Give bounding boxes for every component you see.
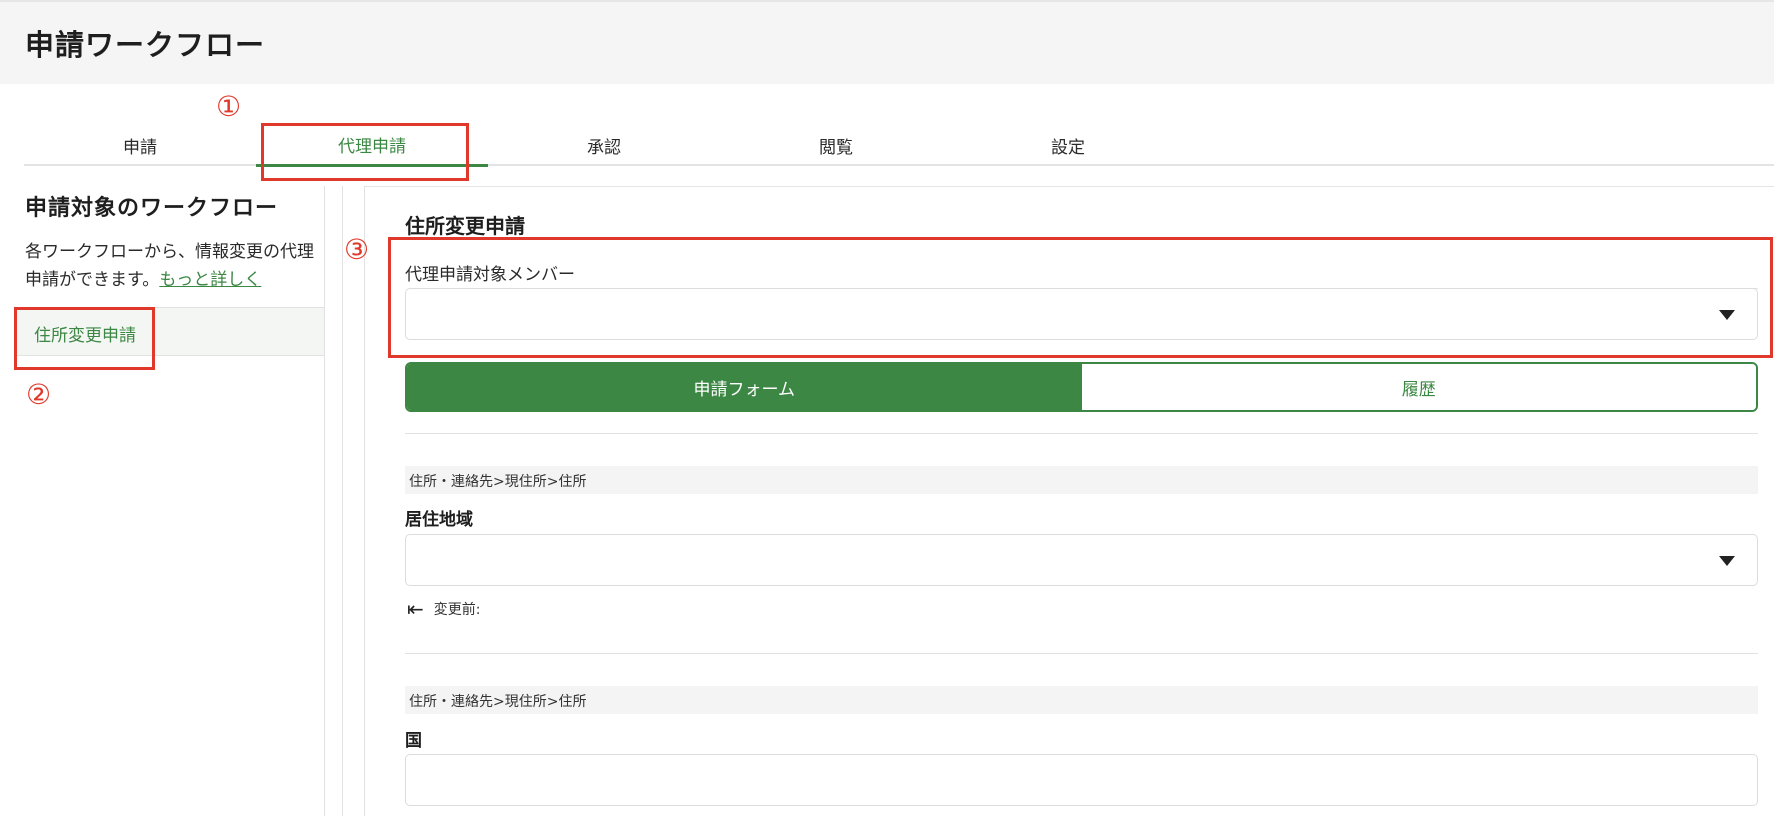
tab-approve[interactable]: 承認: [488, 124, 720, 166]
main-title: 住所変更申請: [405, 214, 525, 238]
section-divider: [405, 653, 1758, 654]
page-header: 申請ワークフロー: [0, 0, 1774, 84]
panel-divider-inner: [364, 186, 365, 816]
annotation-box-3: [388, 237, 1773, 358]
field-path: 住所・連絡先>現住所>住所: [409, 474, 587, 490]
sidebar-description: 各ワークフローから、情報変更の代理申請ができます。もっと詳しく: [25, 238, 325, 294]
sidebar-title: 申請対象のワークフロー: [25, 196, 279, 221]
annotation-box-2: [14, 307, 155, 370]
annotation-box-1: [261, 123, 469, 181]
history-button[interactable]: 履歴: [1081, 364, 1756, 410]
more-details-link[interactable]: もっと詳しく: [159, 270, 261, 290]
tab-apply[interactable]: 申請: [24, 124, 256, 166]
annotation-number-1: ①: [216, 90, 242, 123]
annotation-number-3: ③: [344, 233, 370, 266]
tab-settings[interactable]: 設定: [952, 124, 1184, 166]
field-path-bar: 住所・連絡先>現住所>住所: [405, 466, 1758, 494]
annotation-number-2: ②: [26, 378, 52, 411]
panel-divider-outer: [342, 186, 343, 816]
before-value-row: ⇤ 変更前:: [407, 597, 480, 621]
tab-view[interactable]: 閲覧: [720, 124, 952, 166]
page-title: 申請ワークフロー: [25, 28, 266, 62]
field-path-bar: 住所・連絡先>現住所>住所: [405, 686, 1758, 714]
panel-top-border: [364, 186, 1774, 187]
sidebar-divider: [324, 186, 325, 816]
section-divider: [405, 433, 1758, 434]
caret-down-icon: [1719, 556, 1735, 566]
country-label: 国: [405, 731, 422, 751]
residence-region-label: 居住地域: [405, 510, 473, 530]
application-form-button[interactable]: 申請フォーム: [407, 364, 1082, 410]
before-value-label: 変更前:: [433, 602, 481, 618]
field-path: 住所・連絡先>現住所>住所: [409, 694, 587, 710]
arrow-left-bar-icon: ⇤: [407, 597, 424, 621]
residence-region-select[interactable]: [405, 534, 1758, 586]
app-root: 申請ワークフロー 申請 代理申請 承認 閲覧 設定 申請対象のワークフロー 各ワ…: [0, 0, 1774, 822]
view-toggle: 申請フォーム 履歴: [405, 362, 1758, 412]
country-input[interactable]: [405, 754, 1758, 806]
